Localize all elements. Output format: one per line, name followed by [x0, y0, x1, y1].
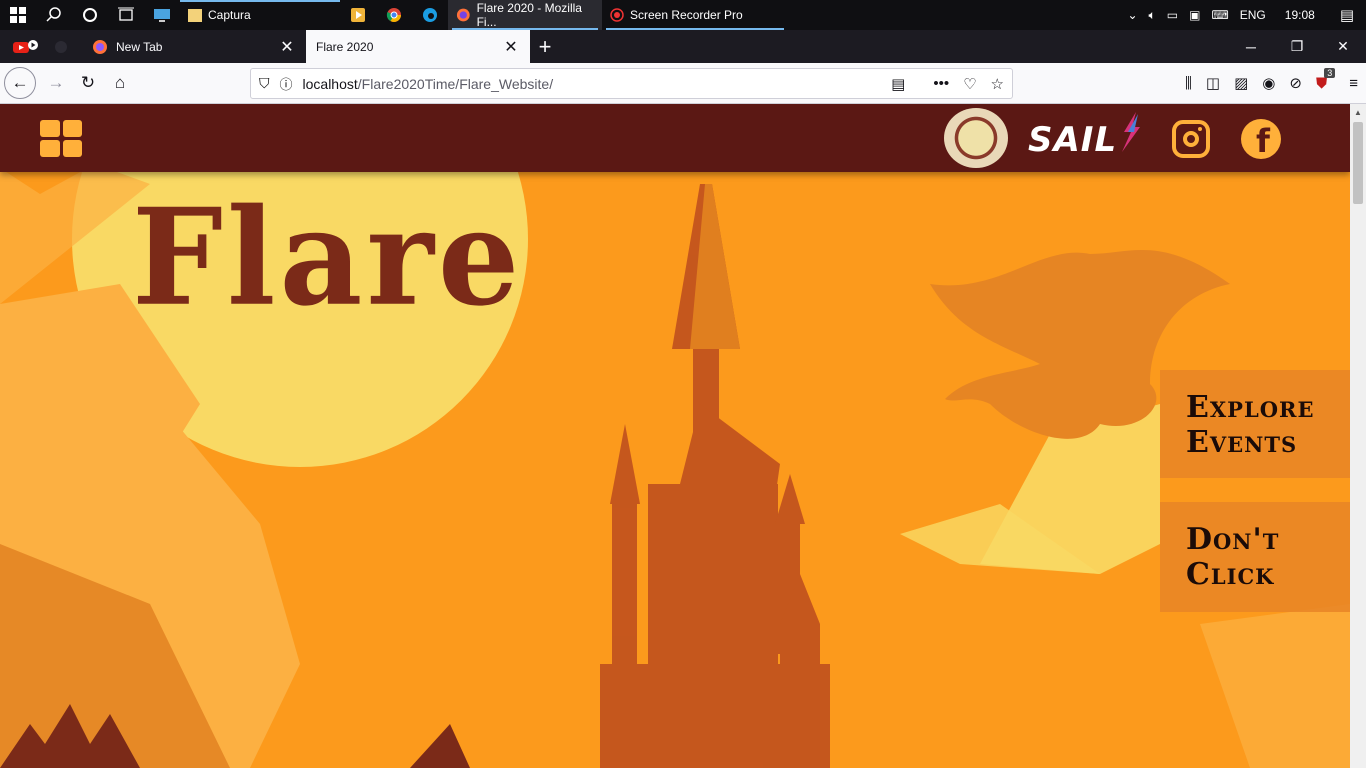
firefox-icon: [93, 39, 107, 54]
media-player-icon: [351, 8, 365, 22]
language-indicator[interactable]: ENG: [1240, 8, 1266, 22]
taskbar-app-label: Captura: [208, 8, 251, 22]
dont-click-button[interactable]: Don't Click: [1160, 502, 1350, 612]
home-icon: ⌂: [114, 73, 126, 92]
taskbar-app-label: Screen Recorder Pro: [630, 8, 743, 22]
pinned-tab-icon[interactable]: [53, 39, 69, 55]
keyboard-icon[interactable]: ⌨︎: [1211, 8, 1228, 22]
desktop-app-button[interactable]: [144, 0, 180, 30]
taskbar-app-screen-recorder[interactable]: Screen Recorder Pro: [602, 0, 788, 30]
browser-tab-strip: New Tab ✕ Flare 2020 ✕ + ─ ❐ ✕: [0, 30, 1366, 63]
network-icon[interactable]: ▣: [1189, 8, 1200, 22]
system-tray: ⌄ 🔈︎ ▭ ▣ ⌨︎ ENG 19:08 ▤: [1127, 0, 1366, 30]
windows-logo-icon: [10, 7, 26, 23]
record-icon: [610, 8, 624, 22]
tab-new-tab[interactable]: New Tab ✕: [82, 30, 306, 63]
home-button[interactable]: ⌂: [104, 67, 136, 99]
extension-icon[interactable]: ▨: [1234, 74, 1248, 92]
url-host: localhost: [302, 75, 358, 92]
windows-start-button[interactable]: [0, 0, 36, 30]
explore-line-2: Events: [1186, 425, 1298, 460]
scroll-up-icon[interactable]: ▲: [1350, 104, 1366, 120]
tab-flare-2020[interactable]: Flare 2020 ✕: [306, 30, 530, 63]
menu-grid-icon[interactable]: [40, 120, 82, 157]
reload-icon: ↻: [80, 73, 96, 92]
edge-button[interactable]: [412, 0, 448, 30]
account-icon[interactable]: ◉: [1262, 74, 1275, 92]
arrow-right-icon: →: [47, 73, 65, 92]
battery-icon[interactable]: ▭: [1167, 8, 1178, 22]
back-button[interactable]: ←: [4, 67, 36, 99]
notifications-icon[interactable]: ▤: [1340, 6, 1354, 24]
forward-button[interactable]: →: [40, 67, 72, 99]
chevron-up-icon[interactable]: ⌄: [1127, 8, 1137, 22]
sidebar-icon[interactable]: ◫: [1206, 74, 1220, 92]
youtube-pinned-icon[interactable]: [13, 39, 39, 55]
page-scrollbar[interactable]: ▲: [1350, 104, 1366, 768]
search-button[interactable]: [36, 0, 72, 30]
close-tab-icon[interactable]: ✕: [278, 37, 296, 57]
edge-icon: [423, 8, 437, 22]
lightning-bolt-icon: [1122, 112, 1140, 152]
scroll-thumb[interactable]: [1353, 122, 1363, 204]
explore-line-1: Explore: [1186, 390, 1315, 425]
notification-count: 3: [1324, 67, 1336, 78]
close-tab-icon[interactable]: ✕: [502, 37, 520, 57]
web-page: Flare SAIL f Explore Events Don't Click: [0, 104, 1350, 768]
university-seal-logo[interactable]: [944, 108, 1008, 168]
close-window-button[interactable]: ✕: [1320, 30, 1366, 63]
tab-title: Flare 2020: [316, 39, 374, 54]
url-bar[interactable]: ⛉ ⓘ localhost/Flare2020Time/Flare_Websit…: [250, 68, 1013, 99]
menu-icon[interactable]: ≡: [1349, 75, 1358, 92]
new-tab-button[interactable]: +: [530, 30, 560, 63]
taskbar-app-label: Flare 2020 - Mozilla Fi...: [476, 1, 582, 29]
url-actions: ▤ ••• ♡ ☆: [891, 69, 1004, 98]
media-player-button[interactable]: [340, 0, 376, 30]
cortana-button[interactable]: [72, 0, 108, 30]
tab-title: New Tab: [116, 39, 163, 54]
instagram-icon[interactable]: [1172, 120, 1210, 158]
dont-click-line-1: Don't: [1186, 522, 1280, 557]
clock[interactable]: 19:08: [1285, 8, 1315, 22]
volume-icon[interactable]: 🔈︎: [1149, 8, 1156, 23]
flare-logo: Flare: [132, 180, 524, 336]
site-header: SAIL f: [0, 104, 1350, 172]
page-actions-icon[interactable]: •••: [933, 75, 949, 92]
window-controls: ─ ❐ ✕: [1228, 30, 1366, 63]
task-view-icon: [118, 7, 134, 21]
search-icon: [46, 7, 61, 22]
browser-toolbar-right: ⫼ ◫ ▨ ◉ ⊘ ⛊ 3 ≡: [1185, 67, 1358, 99]
library-icon[interactable]: ⫼: [1185, 75, 1192, 92]
pocket-icon[interactable]: ♡: [963, 75, 976, 93]
ublock-icon[interactable]: ⛊ 3: [1316, 67, 1336, 92]
task-view-button[interactable]: [108, 0, 144, 30]
restore-button[interactable]: ❐: [1274, 30, 1320, 63]
taskbar-app-firefox[interactable]: Flare 2020 - Mozilla Fi...: [448, 0, 602, 30]
browser-navbar: ← → ↻ ⌂ ⛉ ⓘ localhost/Flare2020Time/Flar…: [0, 63, 1366, 104]
plus-icon: +: [538, 33, 552, 59]
monitor-icon: [154, 9, 170, 22]
chrome-icon: [386, 8, 401, 22]
taskbar-app-captura[interactable]: Captura: [180, 0, 340, 30]
dont-click-line-2: Click: [1186, 557, 1275, 592]
info-icon[interactable]: ⓘ: [280, 74, 293, 93]
facebook-icon[interactable]: f: [1241, 119, 1281, 159]
sail-logo[interactable]: SAIL: [1028, 120, 1117, 160]
bookmark-star-icon[interactable]: ☆: [991, 75, 1004, 93]
explore-events-button[interactable]: Explore Events: [1160, 370, 1350, 478]
arrow-left-icon: ←: [11, 73, 29, 92]
block-icon[interactable]: ⊘: [1289, 74, 1302, 92]
url-path: /Flare2020Time/Flare_Website/: [357, 75, 554, 92]
pinned-tabs: [0, 30, 82, 63]
windows-taskbar: Captura Flare 2020 - Mozilla Fi... Scree…: [0, 0, 1366, 30]
minimize-button[interactable]: ─: [1228, 30, 1274, 63]
firefox-icon: [456, 8, 470, 22]
cortana-icon: [83, 8, 97, 22]
chrome-button[interactable]: [376, 0, 412, 30]
reader-view-icon[interactable]: ▤: [891, 75, 905, 93]
folder-icon: [188, 9, 202, 22]
reload-button[interactable]: ↻: [72, 67, 104, 99]
shield-icon[interactable]: ⛉: [259, 75, 270, 92]
